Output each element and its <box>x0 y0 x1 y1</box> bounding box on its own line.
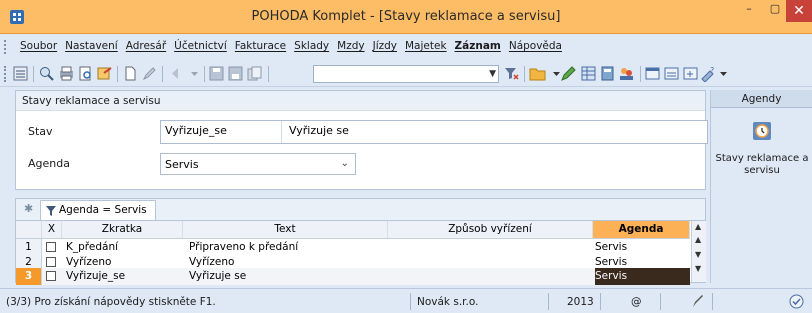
grid-header: X Zkratka Text Způsob vyřízení Agenda <box>16 221 690 239</box>
stav-divider <box>281 121 282 143</box>
close-button[interactable]: ✕ <box>786 0 812 22</box>
minimize-button[interactable]: – <box>737 2 761 23</box>
header-zpusob[interactable]: Způsob vyřízení <box>388 221 593 238</box>
row-number: 3 <box>16 268 42 285</box>
agendas-panel: Agendy Stavy reklamace a servisu <box>710 90 812 283</box>
status-hint: (3/3) Pro získání nápovědy stiskněte F1. <box>6 296 216 308</box>
agenda-item-label[interactable]: Stavy reklamace a servisu <box>713 153 811 177</box>
agendas-header: Agendy <box>711 90 812 108</box>
filter-bar: ✱ Agenda = Servis <box>15 198 706 221</box>
svg-text:?: ? <box>710 66 714 75</box>
scroll-up-icon[interactable]: ▲ <box>695 235 701 244</box>
checkbox-icon[interactable] <box>46 256 56 267</box>
row-checkbox[interactable] <box>42 268 62 285</box>
checkbox-icon[interactable] <box>46 242 56 252</box>
stav-field[interactable]: Vyřizuje_se Vyřizuje se <box>160 120 708 144</box>
cell-zpusob <box>392 268 593 285</box>
menu-item-6[interactable]: Mzdy <box>333 40 368 52</box>
header-x[interactable]: X <box>42 221 62 238</box>
form-header: Stavy reklamace a servisu <box>16 91 705 111</box>
title-bar: POHODA Komplet - [Stavy reklamace a serv… <box>0 0 812 34</box>
save-all-icon[interactable] <box>227 65 244 82</box>
record-form: Stavy reklamace a servisu Stav Vyřizuje_… <box>15 90 708 190</box>
menu-item-1[interactable]: Nastavení <box>61 40 122 52</box>
header-rownum <box>16 221 42 238</box>
header-text[interactable]: Text <box>183 221 388 238</box>
menu-item-2[interactable]: Adresář <box>122 40 170 52</box>
menu-item-3[interactable]: Účetnictví <box>170 40 231 52</box>
cell-agenda: Servis <box>595 268 690 285</box>
stav-label: Stav <box>28 125 53 138</box>
calculator-icon[interactable] <box>599 65 616 82</box>
menu-items: Soubor Nastavení Adresář Účetnictví Fakturac… <box>16 40 566 52</box>
window-cascade-icon[interactable] <box>682 65 699 82</box>
clipboard-clock-icon[interactable] <box>750 118 774 142</box>
menu-grip[interactable] <box>4 40 7 54</box>
scroll-down-icon[interactable]: ▼ <box>695 264 701 273</box>
status-company: Novák s.r.o. <box>417 296 479 308</box>
menu-item-8[interactable]: Majetek <box>401 40 451 52</box>
help-icon[interactable]: ? <box>700 65 717 82</box>
filter-tab[interactable]: Agenda = Servis <box>40 200 156 221</box>
window-title: POHODA Komplet - [Stavy reklamace a serv… <box>251 9 561 24</box>
more-dropdown-icon[interactable] <box>716 65 733 82</box>
window-list-icon[interactable] <box>663 65 680 82</box>
agenda-label: Agenda <box>28 157 70 170</box>
new-record-icon[interactable] <box>122 65 139 82</box>
filter-funnel-icon <box>46 206 56 216</box>
scroll-up-icon[interactable]: ▲ <box>695 222 701 231</box>
table-icon[interactable] <box>580 65 597 82</box>
maximize-button[interactable]: ▢ <box>763 2 787 23</box>
print-icon[interactable] <box>58 65 75 82</box>
toolbar: ▼ ? <box>0 61 812 87</box>
dropdown-arrow-icon[interactable] <box>186 65 203 82</box>
form-title: Stavy reklamace a servisu <box>22 95 161 107</box>
vertical-scrollbar[interactable]: ▲ ▲ ▼ ▼ <box>691 221 706 282</box>
menu-item-5[interactable]: Sklady <box>290 40 333 52</box>
toolbar-grip[interactable] <box>4 66 7 82</box>
stav-code-input[interactable]: Vyřizuje_se <box>165 124 227 137</box>
agenda-select-value: Servis <box>165 158 199 171</box>
cell-text: Vyřizuje se <box>189 270 247 282</box>
status-year: 2013 <box>567 296 594 308</box>
scroll-down-icon[interactable]: ▼ <box>695 250 701 259</box>
status-at: @ <box>631 296 642 308</box>
stav-text-input[interactable]: Vyřizuje se <box>289 124 349 137</box>
asterisk-icon[interactable]: ✱ <box>24 202 33 215</box>
list-icon[interactable] <box>12 65 29 82</box>
save-icon[interactable] <box>208 65 225 82</box>
chevron-down-icon[interactable]: ▼ <box>489 69 496 79</box>
agenda-select[interactable]: Servis ⌄ <box>160 153 356 175</box>
menu-item-9[interactable]: Záznam <box>451 40 505 52</box>
filter-tab-label: Agenda = Servis <box>59 204 147 216</box>
copy-icon[interactable] <box>246 65 263 82</box>
menu-bar: Soubor Nastavení Adresář Účetnictví Fakturac… <box>0 35 812 59</box>
toolbar-search-combo[interactable]: ▼ <box>313 65 499 83</box>
menu-item-10[interactable]: Nápověda <box>505 40 566 52</box>
preview-icon[interactable] <box>77 65 94 82</box>
search-record-icon[interactable] <box>38 65 55 82</box>
pencil-icon[interactable] <box>560 65 577 82</box>
back-icon[interactable] <box>166 65 183 82</box>
checkbox-icon[interactable] <box>46 271 56 281</box>
filter-clear-icon[interactable] <box>503 65 520 82</box>
menu-item-0[interactable]: Soubor <box>16 40 61 52</box>
export-icon[interactable] <box>96 65 113 82</box>
data-grid: X Zkratka Text Způsob vyřízení Agenda 1K… <box>15 220 706 285</box>
status-bar: (3/3) Pro získání nápovědy stiskněte F1.… <box>0 288 812 313</box>
check-circle-icon[interactable] <box>789 294 804 309</box>
cell-zkratka: Vyřizuje_se <box>66 270 126 282</box>
header-zkratka[interactable]: Zkratka <box>62 221 183 238</box>
table-row[interactable]: 3 Vyřizuje_se Vyřizuje se Servis <box>16 268 690 285</box>
pen-icon[interactable] <box>692 294 704 308</box>
chevron-down-icon[interactable]: ⌄ <box>341 158 349 169</box>
edit-icon[interactable] <box>141 65 158 82</box>
header-agenda[interactable]: Agenda <box>593 221 690 238</box>
folder-icon[interactable] <box>529 65 546 82</box>
menu-item-7[interactable]: Jízdy <box>369 40 401 52</box>
menu-item-4[interactable]: Fakturace <box>231 40 290 52</box>
window-icon[interactable] <box>644 65 661 82</box>
users-icon[interactable] <box>618 65 635 82</box>
